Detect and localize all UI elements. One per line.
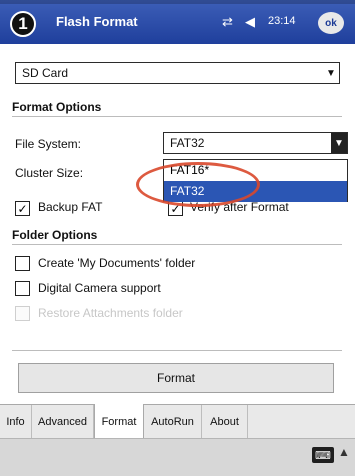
title-bar: 1 Flash Format ⇄ ◀︎ 23:14 ok	[0, 0, 355, 44]
cluster-size-label: Cluster Size:	[15, 166, 84, 180]
speaker-icon[interactable]: ◀︎	[245, 14, 255, 30]
digital-camera-checkbox[interactable]	[15, 281, 30, 296]
step-badge: 1	[10, 11, 36, 37]
signal-icon[interactable]: ⇄	[222, 14, 233, 30]
content-area: SD Card ▼ Format Options File System: FA…	[0, 44, 355, 404]
create-my-documents-label: Create 'My Documents' folder	[38, 256, 196, 270]
format-options-heading: Format Options	[12, 100, 102, 114]
storage-dropdown[interactable]: SD Card ▼	[15, 62, 340, 84]
chevron-down-icon[interactable]: ▼	[331, 133, 347, 153]
storage-dropdown-value: SD Card	[22, 66, 69, 80]
ok-button[interactable]: ok	[318, 12, 344, 34]
file-system-dropdown[interactable]: FAT32 ▼	[163, 132, 348, 154]
keyboard-menu-icon[interactable]: ▲	[338, 445, 350, 459]
restore-attachments-label: Restore Attachments folder	[38, 306, 183, 320]
create-my-documents-checkbox[interactable]	[15, 256, 30, 271]
tab-format[interactable]: Format	[94, 404, 144, 439]
backup-fat-checkbox[interactable]: ✓	[15, 201, 30, 216]
backup-fat-label: Backup FAT	[38, 200, 103, 214]
bottom-bar: ⌨ ▲	[0, 438, 355, 476]
format-button[interactable]: Format	[18, 363, 334, 393]
clock: 23:14	[268, 15, 296, 27]
file-system-value: FAT32	[170, 136, 205, 150]
file-system-label: File System:	[15, 137, 82, 151]
digital-camera-label: Digital Camera support	[38, 281, 161, 295]
app-title: Flash Format	[56, 14, 138, 29]
top-edge	[0, 0, 355, 4]
section-divider	[12, 350, 342, 351]
tab-bar: Info Advanced Format AutoRun About	[0, 404, 355, 439]
device-screen: 1 Flash Format ⇄ ◀︎ 23:14 ok SD Card ▼ F…	[0, 0, 355, 476]
chevron-down-icon[interactable]: ▼	[323, 63, 339, 83]
tab-advanced[interactable]: Advanced	[32, 405, 94, 438]
section-divider	[12, 244, 342, 245]
section-divider	[12, 116, 342, 117]
highlight-circle	[136, 162, 260, 207]
folder-options-heading: Folder Options	[12, 228, 98, 242]
tab-info[interactable]: Info	[0, 405, 32, 438]
tab-autorun[interactable]: AutoRun	[144, 405, 202, 438]
restore-attachments-checkbox	[15, 306, 30, 321]
tab-about[interactable]: About	[202, 405, 248, 438]
keyboard-icon[interactable]: ⌨	[312, 447, 334, 463]
